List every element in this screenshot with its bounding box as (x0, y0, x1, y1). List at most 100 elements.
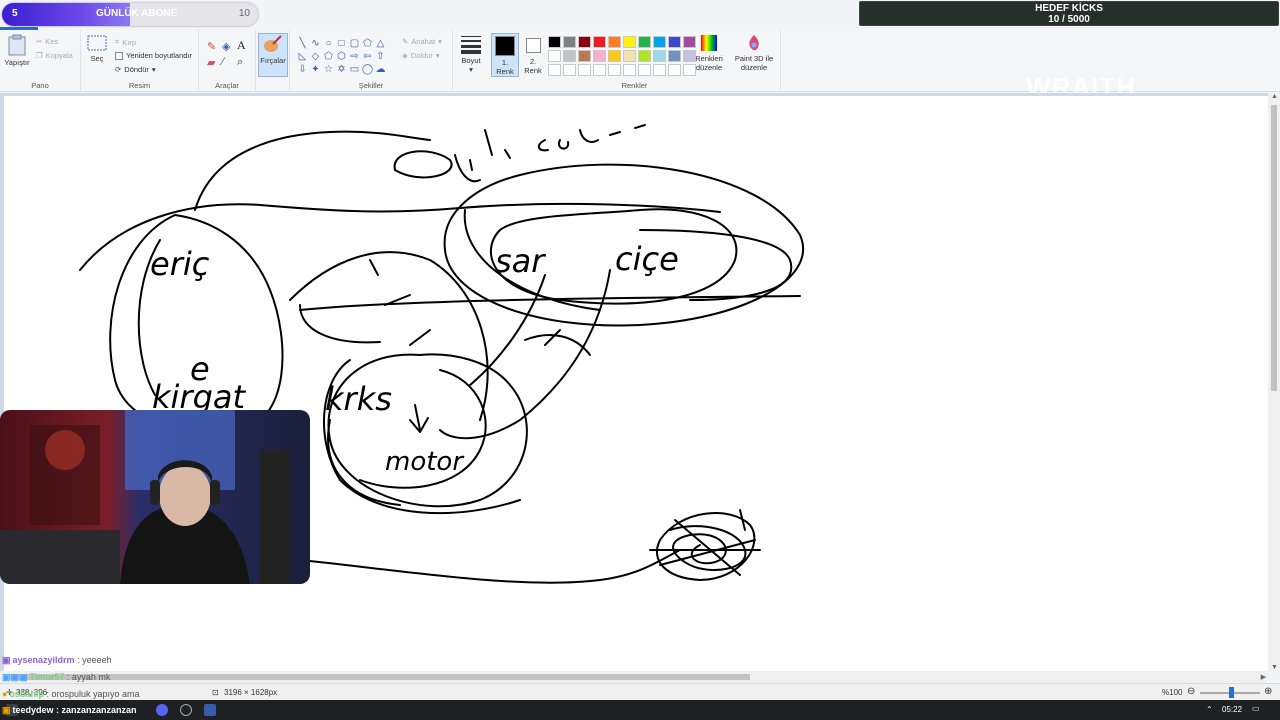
clipboard-group-label: Pano (31, 81, 49, 90)
color-picker-icon[interactable]: ⁄ (222, 56, 224, 68)
curve-shape-icon[interactable]: ∿ (309, 37, 322, 50)
six-point-star-icon[interactable]: ✡ (335, 63, 348, 76)
diamond-shape-icon[interactable]: ◇ (309, 50, 322, 63)
fill-label: Doldur (410, 51, 433, 60)
color-swatch[interactable] (653, 50, 666, 62)
select-rectangle-icon (87, 35, 107, 51)
four-point-star-icon[interactable]: ✦ (309, 63, 322, 76)
triangle-shape-icon[interactable]: △ (374, 37, 387, 50)
pentagon-shape-icon[interactable]: ⬠ (322, 50, 335, 63)
right-triangle-shape-icon[interactable]: ◺ (296, 50, 309, 63)
paint3d-button[interactable]: Paint 3D ile düzenle (732, 34, 776, 72)
horizontal-scroll-thumb[interactable] (10, 674, 750, 680)
crop-button[interactable]: ⌗ Kırp (115, 37, 136, 47)
pencil-icon[interactable]: ✎ (207, 40, 216, 53)
cut-label: Kes (45, 37, 59, 46)
select-button[interactable]: Seç (86, 34, 108, 63)
rectangle-shape-icon[interactable]: □ (335, 37, 348, 50)
color-swatch[interactable] (608, 64, 621, 76)
vertical-scrollbar[interactable]: ▲ ▼ (1268, 93, 1280, 671)
shape-gallery[interactable]: ╲ ∿ ○ □ ▢ ⬠ △ ◺ ◇ ⬠ ⬡ ⇨ ⇦ ⇧ ⇩ ✦ ☆ ✡ ▭ ◯ ☁ (296, 37, 387, 76)
drawing-word-krks: krks (325, 380, 392, 418)
zoom-in-icon[interactable]: ⊕ (1264, 686, 1272, 697)
color1-label-b: Renk (496, 67, 514, 76)
color-swatch[interactable] (638, 50, 651, 62)
copy-button[interactable]: ❐ Kopyala (36, 51, 73, 60)
scroll-up-icon[interactable]: ▲ (1271, 93, 1278, 100)
callout-oval-icon[interactable]: ◯ (361, 63, 374, 76)
color-swatch[interactable] (578, 50, 591, 62)
color1-swatch (495, 36, 515, 56)
color-swatch[interactable] (653, 36, 666, 48)
color-swatch[interactable] (653, 64, 666, 76)
color-swatch[interactable] (593, 36, 606, 48)
color-swatch[interactable] (683, 50, 696, 62)
drawing-canvas[interactable]: eriç sar ciçe e kirgat krks motor (4, 96, 1268, 671)
rounded-rect-shape-icon[interactable]: ▢ (348, 37, 361, 50)
outline-button[interactable]: ✎ Anahat ▾ (402, 37, 442, 46)
notification-icon[interactable]: ▭ (1252, 704, 1260, 713)
scroll-right-icon[interactable]: ▶ (1261, 673, 1266, 681)
cut-button[interactable]: ✂ Kes (36, 37, 58, 46)
magnifier-icon[interactable]: ⌕ (237, 56, 243, 69)
polygon-shape-icon[interactable]: ⬠ (361, 37, 374, 50)
color1-button[interactable]: 1. Renk (491, 33, 519, 77)
color-swatch[interactable] (548, 36, 561, 48)
color-swatch[interactable] (668, 36, 681, 48)
left-arrow-shape-icon[interactable]: ⇦ (361, 50, 374, 63)
callout-rect-icon[interactable]: ▭ (348, 63, 361, 76)
color-swatch[interactable] (563, 36, 576, 48)
color2-button[interactable]: 2. Renk (521, 34, 545, 75)
group-clipboard: Yapıştır ✂ Kes ❐ Kopyala Pano (0, 30, 81, 92)
discord-icon[interactable] (156, 704, 168, 716)
zoom-out-icon[interactable]: ⊖ (1187, 686, 1195, 697)
eraser-icon[interactable]: ▰ (207, 56, 215, 69)
color-swatch[interactable] (608, 50, 621, 62)
resize-button[interactable]: Yeniden boyutlandır (115, 51, 192, 60)
color-swatch[interactable] (563, 64, 576, 76)
line-shape-icon[interactable]: ╲ (296, 37, 309, 50)
brushes-button[interactable]: Fırçalar (258, 33, 288, 77)
paste-button[interactable]: Yapıştır (4, 34, 30, 67)
color-swatch[interactable] (623, 50, 636, 62)
color-swatch[interactable] (563, 50, 576, 62)
color-swatch[interactable] (683, 64, 696, 76)
paint-app-icon[interactable] (204, 704, 216, 716)
right-arrow-shape-icon[interactable]: ⇨ (348, 50, 361, 63)
oval-shape-icon[interactable]: ○ (322, 37, 335, 50)
color-swatch[interactable] (668, 50, 681, 62)
color-swatch[interactable] (578, 36, 591, 48)
paint3d-icon (749, 35, 759, 51)
color-palette[interactable] (548, 36, 698, 78)
color-swatch[interactable] (668, 64, 681, 76)
rotate-button[interactable]: ⟳ Döndür ▾ (115, 65, 156, 74)
fill-bucket-icon[interactable]: ◈ (222, 40, 230, 53)
tray-chevron-icon[interactable]: ⌃ (1206, 705, 1213, 714)
cloud-callout-icon[interactable]: ☁ (374, 63, 387, 76)
five-point-star-icon[interactable]: ☆ (322, 63, 335, 76)
color-swatch[interactable] (608, 36, 621, 48)
up-arrow-shape-icon[interactable]: ⇧ (374, 50, 387, 63)
zoom-slider-thumb[interactable] (1229, 687, 1234, 698)
color-swatch[interactable] (548, 64, 561, 76)
scroll-down-icon[interactable]: ▼ (1271, 664, 1278, 671)
color-swatch[interactable] (593, 64, 606, 76)
color-swatch[interactable] (593, 50, 606, 62)
chat-username: osbahip (9, 689, 44, 699)
sub-goal-label: GÜNLÜK ABONE (96, 8, 178, 19)
text-tool-icon[interactable]: A (237, 38, 246, 53)
color-swatch[interactable] (623, 36, 636, 48)
fill-button[interactable]: ◈ Doldur ▾ (402, 51, 440, 60)
color-swatch[interactable] (683, 36, 696, 48)
color-swatch[interactable] (548, 50, 561, 62)
color-swatch[interactable] (638, 64, 651, 76)
browser-icon[interactable] (180, 704, 192, 716)
size-button[interactable]: Boyut ▾ (457, 34, 485, 74)
hexagon-shape-icon[interactable]: ⬡ (335, 50, 348, 63)
horizontal-scrollbar[interactable]: ▶ (0, 671, 1268, 683)
down-arrow-shape-icon[interactable]: ⇩ (296, 63, 309, 76)
vertical-scroll-thumb[interactable] (1271, 105, 1277, 391)
color-swatch[interactable] (578, 64, 591, 76)
color-swatch[interactable] (638, 36, 651, 48)
color-swatch[interactable] (623, 64, 636, 76)
